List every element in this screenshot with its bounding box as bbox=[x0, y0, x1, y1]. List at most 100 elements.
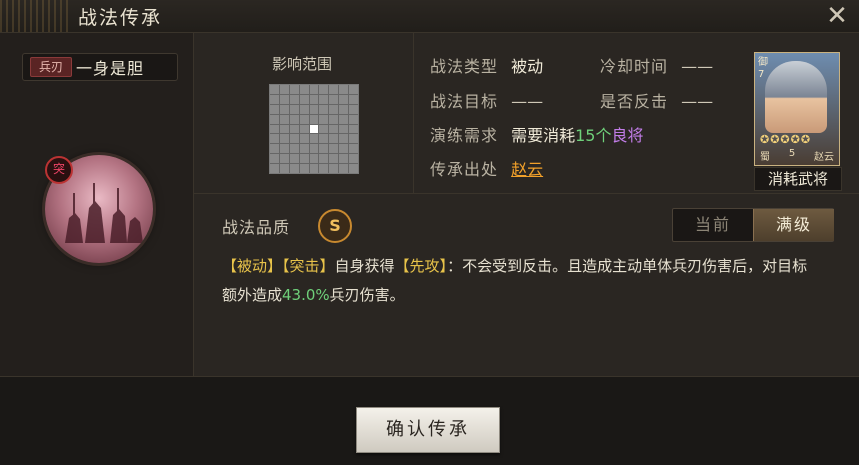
range-grid-cell bbox=[349, 114, 358, 124]
range-grid-cell bbox=[309, 85, 319, 94]
skill-type-row: 战法类型 被动 bbox=[430, 53, 543, 77]
range-grid-cell bbox=[279, 85, 289, 94]
range-grid-cell bbox=[329, 134, 339, 144]
range-grid-cell bbox=[279, 124, 289, 134]
hero-cost: 5 bbox=[788, 148, 796, 159]
range-grid-cell bbox=[339, 114, 349, 124]
range-grid-cell bbox=[299, 134, 309, 144]
range-grid-cell bbox=[339, 104, 349, 114]
range-grid-cell bbox=[270, 85, 279, 94]
target-row: 战法目标 —— bbox=[430, 88, 543, 112]
practice-row: 演练需求 需要消耗15个良将 bbox=[430, 122, 644, 146]
range-grid-cell bbox=[329, 124, 339, 134]
range-grid-cell bbox=[289, 114, 299, 124]
range-grid-cell bbox=[270, 144, 279, 154]
cooldown-row: 冷却时间 —— bbox=[600, 53, 713, 77]
range-grid-cell bbox=[299, 144, 309, 154]
range-grid-cell bbox=[279, 164, 289, 173]
range-grid-cell bbox=[329, 85, 339, 94]
range-grid-cell bbox=[270, 94, 279, 104]
range-grid-cell bbox=[289, 144, 299, 154]
range-grid-cell bbox=[309, 154, 319, 164]
range-grid-cell bbox=[349, 154, 358, 164]
range-grid-cell bbox=[339, 124, 349, 134]
horizontal-divider bbox=[194, 193, 859, 194]
title-bar: 战法传承 ✕ bbox=[0, 0, 859, 33]
max-level-tab[interactable]: 满级 bbox=[753, 209, 834, 241]
range-grid-cell bbox=[279, 94, 289, 104]
range-grid-cell bbox=[309, 144, 319, 154]
source-hero-link[interactable]: 赵云 bbox=[511, 160, 543, 179]
range-grid-cell bbox=[319, 154, 329, 164]
range-grid-cell bbox=[309, 94, 319, 104]
range-grid-cell bbox=[339, 164, 349, 173]
vertical-divider bbox=[413, 33, 414, 193]
cooldown-value: —— bbox=[681, 57, 714, 76]
practice-item[interactable]: 良将 bbox=[612, 126, 644, 145]
range-grid-cell bbox=[270, 114, 279, 124]
desc-tag-first-strike: 【先攻】 bbox=[394, 257, 448, 275]
range-label: 影响范围 bbox=[272, 55, 333, 73]
range-grid-cell bbox=[299, 154, 309, 164]
range-grid-cell bbox=[319, 144, 329, 154]
range-grid-cell bbox=[329, 164, 339, 173]
range-grid-cell bbox=[319, 124, 329, 134]
range-grid-cell bbox=[319, 94, 329, 104]
range-grid-cell bbox=[279, 154, 289, 164]
range-grid-cell bbox=[289, 94, 299, 104]
source-row: 传承出处 赵云 bbox=[430, 156, 543, 180]
hero-card[interactable]: 御7 ✪✪✪✪✪ 蜀 5 赵云 bbox=[754, 52, 840, 166]
range-grid-cell bbox=[329, 144, 339, 154]
range-grid-cell bbox=[299, 85, 309, 94]
practice-prefix: 需要消耗 bbox=[511, 126, 576, 145]
target-value: —— bbox=[511, 92, 544, 111]
range-grid-cell bbox=[279, 144, 289, 154]
close-icon[interactable]: ✕ bbox=[823, 2, 851, 30]
range-grid-cell bbox=[339, 154, 349, 164]
range-grid-cell bbox=[270, 164, 279, 173]
current-level-tab[interactable]: 当前 bbox=[673, 209, 753, 241]
range-grid-cell bbox=[299, 164, 309, 173]
desc-part3: 兵刃伤害。 bbox=[329, 286, 405, 304]
range-grid-cell bbox=[319, 104, 329, 114]
counter-value: —— bbox=[681, 92, 714, 111]
confirm-inherit-button[interactable]: 确认传承 bbox=[356, 407, 500, 453]
hero-stars: ✪✪✪✪✪ bbox=[760, 133, 812, 146]
range-grid-cell bbox=[349, 164, 358, 173]
range-grid-cell bbox=[349, 134, 358, 144]
range-grid-cell bbox=[270, 104, 279, 114]
hero-name: 赵云 bbox=[814, 152, 834, 163]
range-grid-cell bbox=[329, 154, 339, 164]
range-grid-cell bbox=[319, 114, 329, 124]
range-grid-cell bbox=[270, 124, 279, 134]
hero-portrait bbox=[765, 61, 827, 133]
range-grid-cell bbox=[309, 134, 319, 144]
window-title: 战法传承 bbox=[78, 7, 163, 29]
range-grid-cell bbox=[279, 134, 289, 144]
desc-part1: 自身获得 bbox=[334, 257, 395, 275]
counter-label: 是否反击 bbox=[600, 92, 669, 111]
range-grid-center-cell bbox=[309, 124, 319, 134]
practice-count: 15个 bbox=[575, 126, 612, 145]
level-toggle: 当前 满级 bbox=[672, 208, 834, 242]
range-grid-cell bbox=[329, 114, 339, 124]
range-grid-cell bbox=[279, 114, 289, 124]
range-grid-cell bbox=[270, 134, 279, 144]
range-grid-cell bbox=[289, 134, 299, 144]
range-grid bbox=[269, 84, 359, 174]
range-grid-cell bbox=[319, 134, 329, 144]
range-grid-cell bbox=[289, 85, 299, 94]
range-grid-cell bbox=[299, 104, 309, 114]
range-grid-cell bbox=[299, 114, 309, 124]
title-ornament bbox=[0, 0, 70, 32]
desc-tag-assault: 【突击】 bbox=[282, 257, 335, 275]
range-grid-cell bbox=[289, 104, 299, 114]
range-grid-cell bbox=[339, 85, 349, 94]
skill-description: 【被动】【突击】自身获得【先攻】：不会受到反击。且造成主动单体兵刃伤害后，对目标… bbox=[222, 252, 822, 310]
range-grid-cell bbox=[309, 114, 319, 124]
quality-grade-badge: S bbox=[318, 209, 352, 243]
range-grid-cell bbox=[349, 144, 358, 154]
range-grid-cell bbox=[289, 164, 299, 173]
range-grid-cell bbox=[349, 104, 358, 114]
range-grid-cell bbox=[339, 94, 349, 104]
